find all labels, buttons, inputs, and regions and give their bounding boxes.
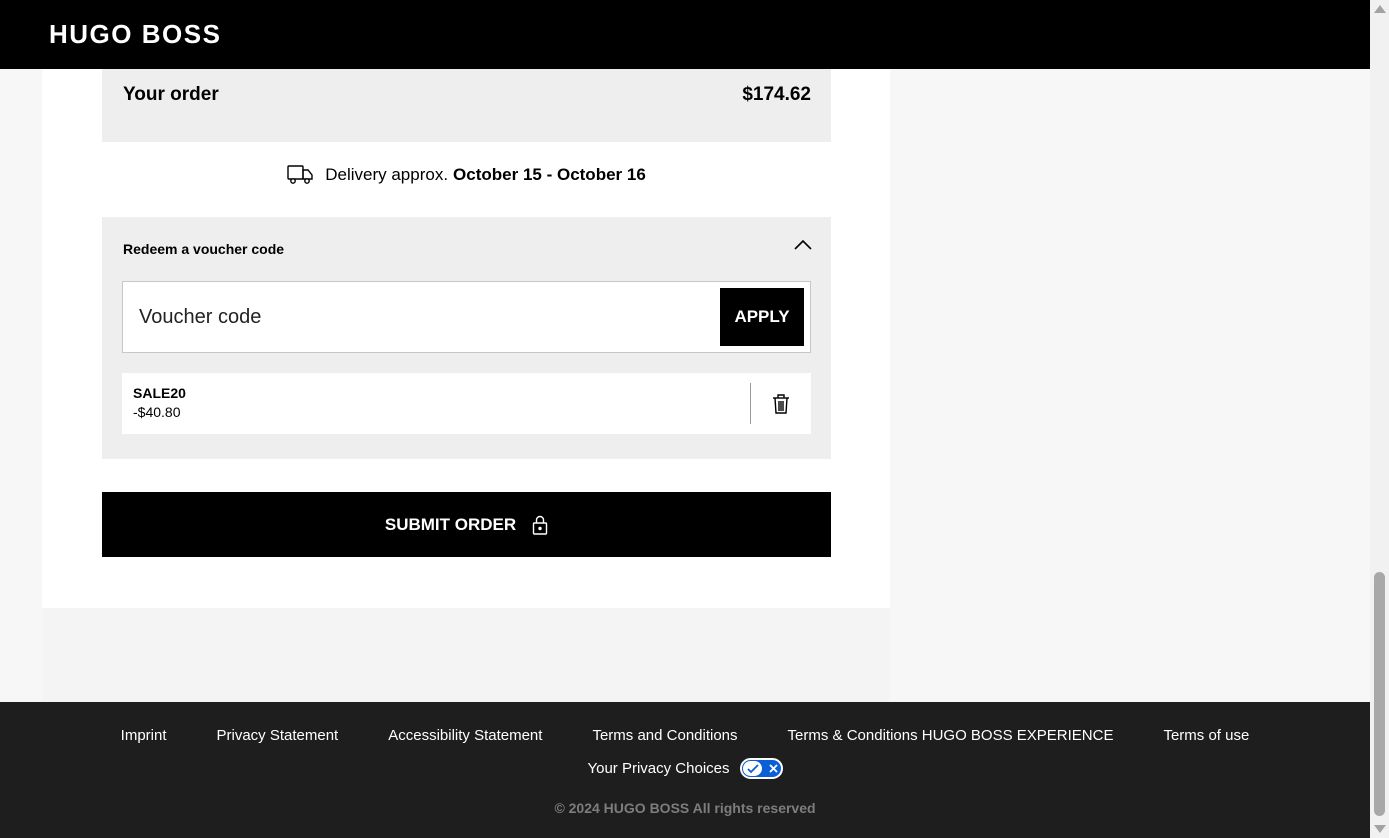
checkout-column-footer: [42, 608, 890, 702]
applied-voucher-code: SALE20: [133, 385, 186, 401]
order-title: Your order: [123, 84, 219, 105]
scrollbar-thumb[interactable]: [1374, 572, 1385, 816]
footer-link-imprint[interactable]: Imprint: [121, 727, 167, 744]
privacy-choices-link[interactable]: Your Privacy Choices: [587, 760, 729, 777]
truck-icon: [287, 165, 313, 184]
delivery-dates: October 15 - October 16: [453, 165, 646, 184]
chevron-up-icon[interactable]: [793, 237, 813, 253]
applied-voucher: SALE20 -$40.80: [122, 373, 811, 434]
voucher-code-input[interactable]: [123, 282, 713, 352]
applied-voucher-amount: -$40.80: [133, 404, 181, 420]
scroll-down-icon[interactable]: [1374, 825, 1386, 833]
footer-link-privacy-statement[interactable]: Privacy Statement: [217, 727, 339, 744]
footer-link-accessibility-statement[interactable]: Accessibility Statement: [388, 727, 542, 744]
privacy-choices-row: Your Privacy Choices: [0, 758, 1370, 779]
footer-links: Imprint Privacy Statement Accessibility …: [0, 727, 1370, 744]
vertical-scrollbar[interactable]: [1370, 0, 1389, 838]
order-summary: Your order $174.62: [102, 69, 831, 142]
divider: [750, 383, 751, 424]
hugo-boss-logo[interactable]: HUGO BOSS: [49, 19, 221, 50]
footer-link-terms-of-use[interactable]: Terms of use: [1163, 727, 1249, 744]
voucher-code-form: APPLY: [122, 281, 811, 353]
apply-button[interactable]: APPLY: [720, 288, 804, 346]
delivery-estimate: Delivery approx. October 15 - October 16: [102, 160, 831, 190]
privacy-toggle-icon[interactable]: [739, 758, 783, 779]
submit-order-button[interactable]: SUBMIT ORDER: [102, 492, 831, 557]
footer-link-terms-and-conditions[interactable]: Terms and Conditions: [592, 727, 737, 744]
voucher-panel: Redeem a voucher code APPLY SALE20 -$40.…: [102, 217, 831, 459]
page-viewport: HUGO BOSS Your order $174.62 Delivery ap…: [0, 0, 1370, 838]
voucher-title: Redeem a voucher code: [123, 241, 285, 257]
footer-link-terms-experience[interactable]: Terms & Conditions HUGO BOSS EXPERIENCE: [788, 727, 1114, 744]
site-footer: Imprint Privacy Statement Accessibility …: [0, 702, 1370, 838]
scroll-up-icon[interactable]: [1374, 5, 1386, 13]
submit-order-label: SUBMIT ORDER: [384, 514, 517, 534]
copyright: © 2024 HUGO BOSS All rights reserved: [554, 800, 816, 816]
delivery-prefix: Delivery approx.: [325, 165, 449, 184]
site-header: HUGO BOSS: [0, 0, 1370, 69]
trash-icon[interactable]: [771, 393, 791, 415]
lock-icon: [532, 515, 548, 535]
order-total: $174.62: [742, 84, 811, 105]
